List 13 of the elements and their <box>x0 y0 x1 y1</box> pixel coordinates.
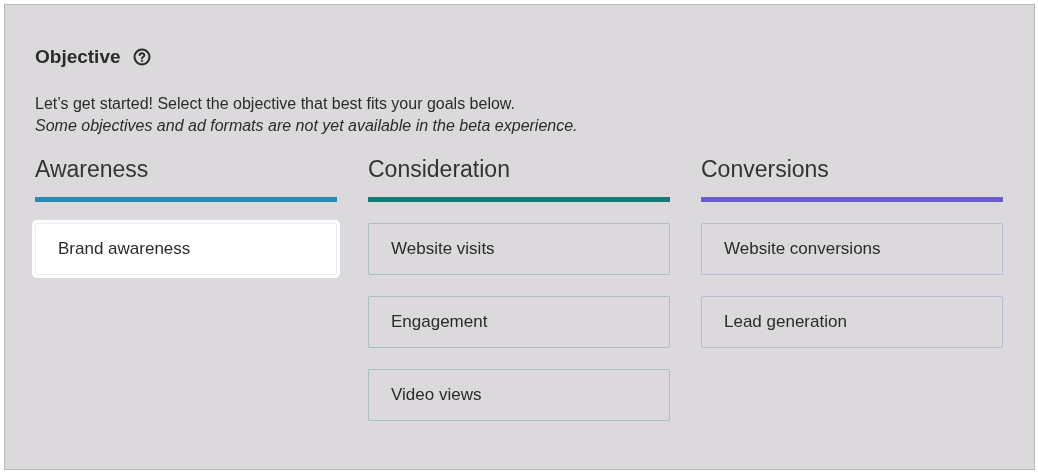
intro-text: Let’s get started! Select the objective that best fits your goals below. <box>35 94 516 114</box>
objective-option[interactable]: Lead generation <box>701 296 1003 348</box>
objective-option[interactable]: Video views <box>368 369 670 421</box>
beta-note: Some objectives and ad formats are not yet available in the beta experience. <box>35 116 579 136</box>
category-heading: Conversions <box>701 155 830 183</box>
category-heading: Consideration <box>368 155 511 183</box>
objective-option[interactable]: Engagement <box>368 296 670 348</box>
objective-option[interactable]: Website conversions <box>701 223 1003 275</box>
section-title: Objective <box>35 46 121 68</box>
category-heading: Awareness <box>35 155 150 183</box>
help-icon[interactable] <box>132 48 151 66</box>
objective-option[interactable]: Brand awareness <box>35 223 337 275</box>
objective-option[interactable]: Website visits <box>368 223 670 275</box>
